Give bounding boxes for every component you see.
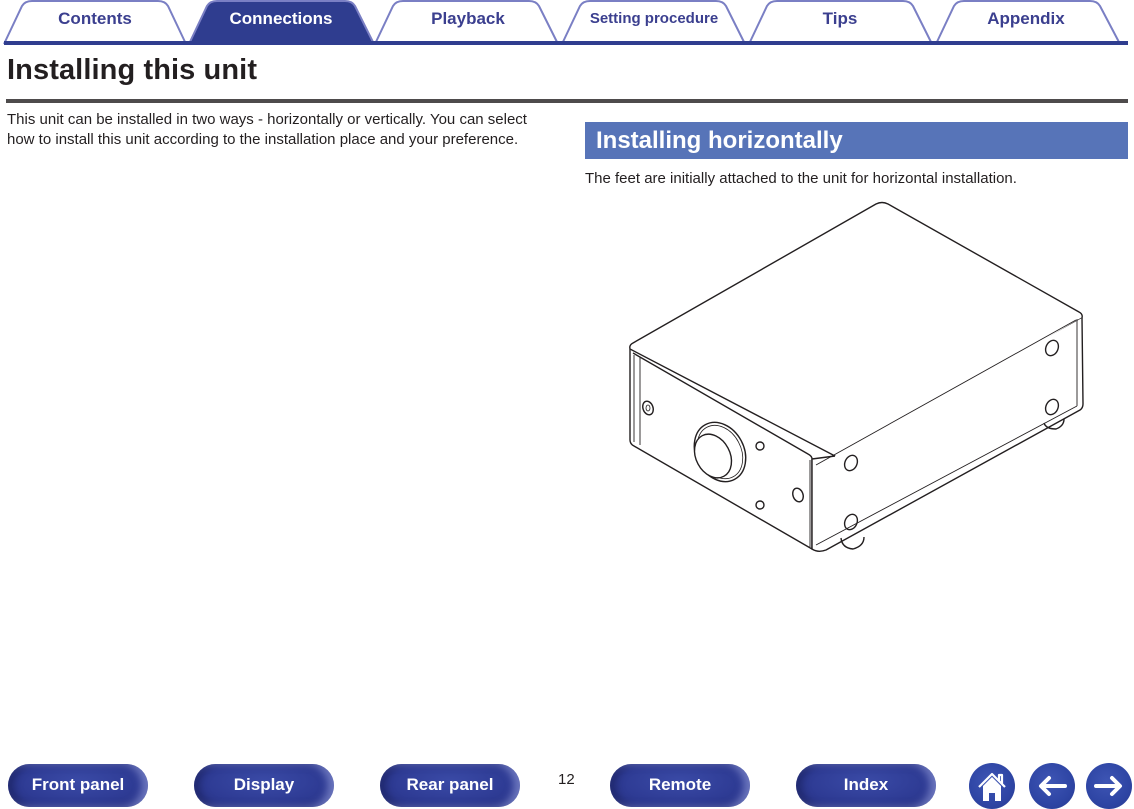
index-button[interactable]: Index bbox=[796, 764, 936, 807]
tab-connections[interactable]: Connections bbox=[210, 7, 352, 31]
section-text: The feet are initially attached to the u… bbox=[585, 170, 1017, 187]
back-button[interactable] bbox=[1029, 763, 1075, 809]
tab-contents[interactable]: Contents bbox=[25, 7, 165, 31]
home-button[interactable] bbox=[969, 763, 1015, 809]
home-icon bbox=[978, 772, 1006, 801]
section-header: Installing horizontally bbox=[585, 122, 1128, 159]
front-panel-button[interactable]: Front panel bbox=[8, 764, 148, 807]
tab-appendix[interactable]: Appendix bbox=[956, 7, 1096, 31]
forward-arrow-icon bbox=[1094, 776, 1122, 796]
remote-button[interactable]: Remote bbox=[610, 764, 750, 807]
intro-text: This unit can be installed in two ways -… bbox=[7, 111, 527, 148]
forward-button[interactable] bbox=[1086, 763, 1132, 809]
display-button[interactable]: Display bbox=[194, 764, 334, 807]
tab-playback[interactable]: Playback bbox=[397, 7, 539, 31]
rear-panel-button[interactable]: Rear panel bbox=[380, 764, 520, 807]
tab-setting-procedure[interactable]: Setting procedure bbox=[578, 7, 730, 31]
unit-horizontal-illustration bbox=[629, 201, 1084, 552]
tab-bar: Contents Connections Playback Setting pr… bbox=[0, 0, 1134, 46]
section-title: Installing horizontally bbox=[596, 127, 843, 154]
page-title: Installing this unit bbox=[7, 54, 258, 86]
tab-rule bbox=[4, 41, 1128, 45]
tab-tips[interactable]: Tips bbox=[770, 7, 910, 31]
page-number: 12 bbox=[558, 771, 575, 788]
title-rule bbox=[6, 99, 1128, 103]
back-arrow-icon bbox=[1039, 776, 1067, 796]
